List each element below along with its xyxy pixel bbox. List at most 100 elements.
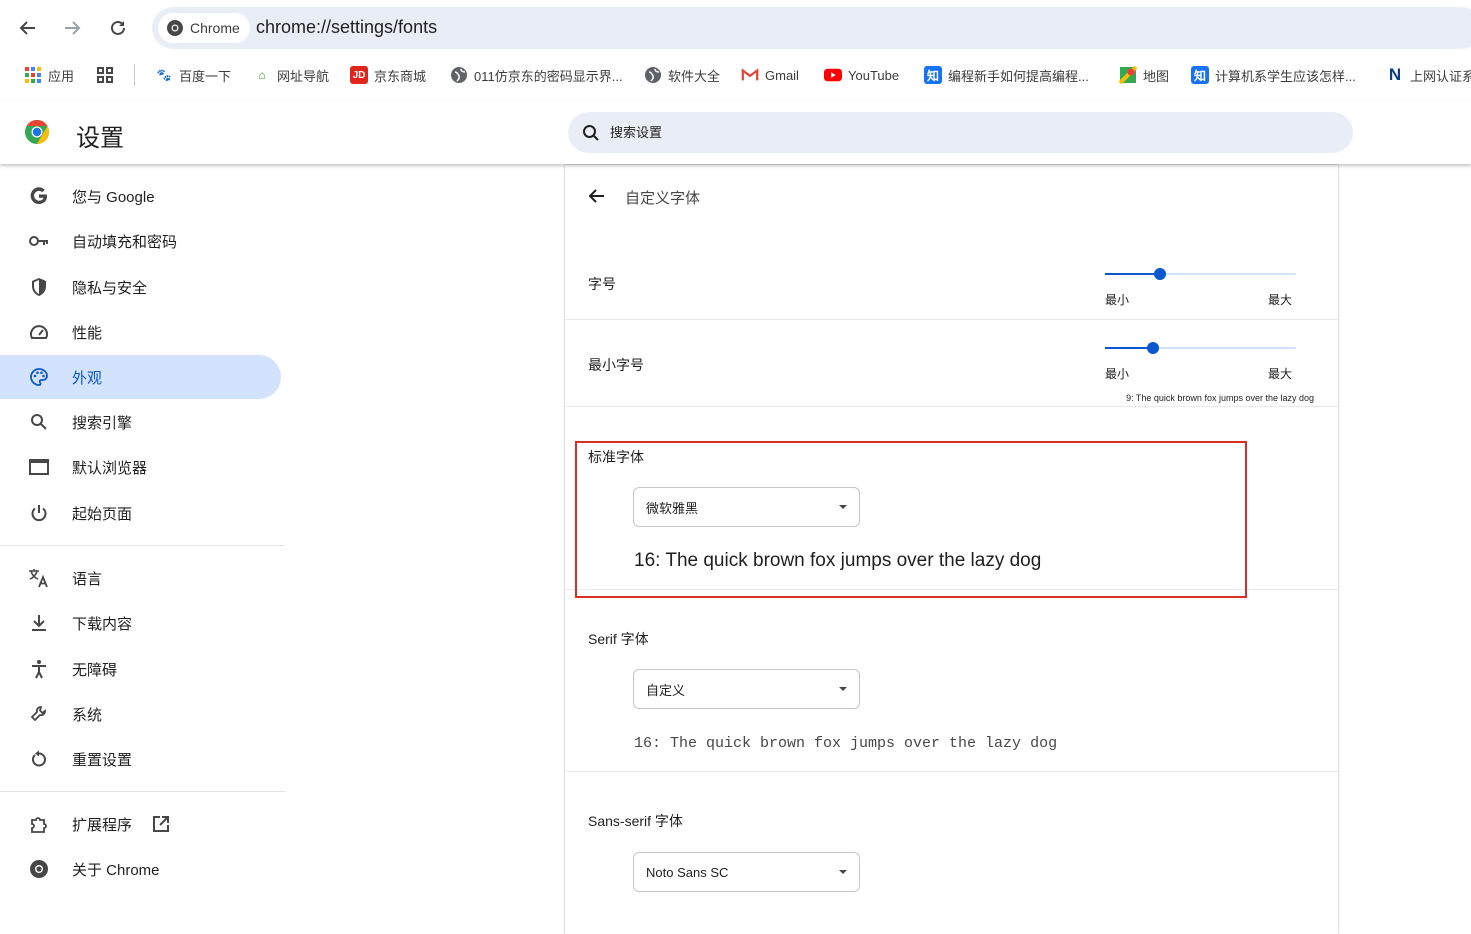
min-font-size-slider[interactable] xyxy=(1105,339,1296,359)
globe-icon xyxy=(450,66,468,84)
translate-icon xyxy=(28,567,50,589)
font-size-max-label: 最大 xyxy=(1268,293,1293,307)
bookmark-maps[interactable]: 地图 xyxy=(1119,64,1169,86)
sidebar-item-performance[interactable]: 性能 xyxy=(0,310,281,354)
sidebar-item-label: 隐私与安全 xyxy=(72,279,148,297)
sidebar-item-downloads[interactable]: 下载内容 xyxy=(0,601,281,645)
maps-icon xyxy=(1119,66,1137,84)
sidebar-item-languages[interactable]: 语言 xyxy=(0,556,281,600)
bookmark-gmail[interactable]: Gmail xyxy=(741,64,799,86)
sidebar-item-label: 关于 Chrome xyxy=(72,861,160,879)
browser-toolbar: Chrome chrome://settings/fonts xyxy=(0,0,1471,56)
sans-serif-font-label: Sans-serif 字体 xyxy=(588,813,683,829)
bookmark-label: 应用 xyxy=(48,68,75,84)
power-icon xyxy=(28,502,50,524)
bookmark-zhihu-2[interactable]: 知 计算机系学生应该怎样... xyxy=(1191,64,1356,86)
sidebar-item-extensions[interactable]: 扩展程序 xyxy=(0,802,281,846)
serif-font-label: Serif 字体 xyxy=(588,631,649,647)
accessibility-icon xyxy=(28,658,50,680)
sidebar-item-reset[interactable]: 重置设置 xyxy=(0,737,281,781)
jd-icon: JD xyxy=(350,66,368,84)
standard-font-label: 标准字体 xyxy=(588,449,644,465)
chrome-icon xyxy=(28,858,50,880)
sidebar-item-appearance[interactable]: 外观 xyxy=(0,355,281,399)
serif-font-sample: 16: The quick brown fox jumps over the l… xyxy=(634,735,1058,752)
row-divider xyxy=(565,771,1338,772)
url-text[interactable]: chrome://settings/fonts xyxy=(256,17,437,38)
speedometer-icon xyxy=(28,321,50,343)
font-size-slider[interactable] xyxy=(1105,265,1296,285)
bookmark-jd-clone[interactable]: 011仿京东的密码显示界... xyxy=(450,64,623,86)
sidebar-item-accessibility[interactable]: 无障碍 xyxy=(0,647,281,691)
bookmark-label: 地图 xyxy=(1143,68,1170,84)
address-bar[interactable]: Chrome chrome://settings/fonts xyxy=(152,7,1471,49)
2345-icon: ⌂ xyxy=(258,68,266,82)
bookmark-baidu[interactable]: 🐾 百度一下 xyxy=(155,64,232,86)
min-font-size-sample: 9: The quick brown fox jumps over the la… xyxy=(1126,393,1314,403)
min-font-size-label: 最小字号 xyxy=(588,357,644,373)
open-external-icon xyxy=(152,815,170,833)
bookmark-jd[interactable]: JD 京东商城 xyxy=(350,64,426,86)
slider-fill xyxy=(1105,347,1153,349)
zhihu-icon: 知 xyxy=(924,66,942,84)
sidebar-item-label: 系统 xyxy=(72,706,103,724)
bookmark-label: YouTube xyxy=(848,67,900,83)
bookmark-software[interactable]: 软件大全 xyxy=(644,64,720,86)
sidebar-item-label: 下载内容 xyxy=(72,615,133,633)
back-button[interactable] xyxy=(12,12,44,44)
sidebar-item-label: 扩展程序 xyxy=(72,816,133,834)
gmail-icon xyxy=(741,66,759,84)
sidebar-item-you-and-google[interactable]: 您与 Google xyxy=(0,174,281,218)
bookmark-apps[interactable]: 应用 xyxy=(24,64,74,86)
forward-button[interactable] xyxy=(56,12,88,44)
bookmark-label: 京东商城 xyxy=(374,68,427,84)
sidebar-item-label: 语言 xyxy=(72,570,103,588)
slider-knob[interactable] xyxy=(1147,342,1159,354)
serif-font-select[interactable]: 自定义 xyxy=(633,669,860,709)
bookmark-label: 011仿京东的密码显示界... xyxy=(474,68,623,84)
bookmarks-bar: 应用 🐾 百度一下 ⌂ 网址导航 JD 京东商城 011仿京东的密码显示界...… xyxy=(0,56,1471,96)
settings-search[interactable] xyxy=(568,112,1353,153)
bookmark-network-auth[interactable]: N 上网认证系 xyxy=(1386,64,1471,86)
font-size-min-label: 最小 xyxy=(1105,293,1130,307)
sidebar-item-search-engine[interactable]: 搜索引擎 xyxy=(0,400,281,444)
standard-font-sample: 16: The quick brown fox jumps over the l… xyxy=(634,550,1042,571)
sans-serif-font-select[interactable]: Noto Sans SC xyxy=(633,852,860,892)
page-title: 设置 xyxy=(76,125,124,152)
sidebar-item-label: 起始页面 xyxy=(72,505,133,523)
sidebar-item-default-browser[interactable]: 默认浏览器 xyxy=(0,445,281,489)
standard-font-select[interactable]: 微软雅黑 xyxy=(633,487,860,527)
bookmark-youtube[interactable]: YouTube xyxy=(824,64,899,86)
site-chip[interactable]: Chrome xyxy=(158,13,250,43)
sidebar-item-startup[interactable]: 起始页面 xyxy=(0,491,281,535)
reset-icon xyxy=(28,748,50,770)
arrow-left-icon xyxy=(588,189,604,203)
back-arrow-button[interactable] xyxy=(583,182,611,210)
bookmark-zhihu-1[interactable]: 知 编程新手如何提高编程... xyxy=(924,64,1089,86)
sidebar-item-label: 重置设置 xyxy=(72,751,133,769)
sans-serif-font-value: Noto Sans SC xyxy=(646,864,729,880)
bookmark-2345[interactable]: ⌂ 网址导航 xyxy=(253,64,329,86)
sidebar-item-about-chrome[interactable]: 关于 Chrome xyxy=(0,847,281,891)
slider-knob[interactable] xyxy=(1154,268,1166,280)
bookmark-label: 编程新手如何提高编程... xyxy=(948,68,1089,84)
bookmark-label: 计算机系学生应该怎样... xyxy=(1215,68,1356,84)
search-input[interactable] xyxy=(610,125,1210,140)
sidebar-item-privacy[interactable]: 隐私与安全 xyxy=(0,265,281,309)
bookmark-tab-groups[interactable] xyxy=(96,64,114,86)
sidebar-divider xyxy=(0,545,285,546)
reload-button[interactable] xyxy=(102,12,134,44)
sidebar-item-label: 外观 xyxy=(72,369,103,387)
sidebar-item-system[interactable]: 系统 xyxy=(0,692,281,736)
subpage-title: 自定义字体 xyxy=(625,190,701,207)
settings-sidebar: 您与 Google 自动填充和密码 隐私与安全 性能 外观 搜索引擎 默认浏览器… xyxy=(0,165,285,934)
bookmark-label: 百度一下 xyxy=(179,68,232,84)
sidebar-item-autofill[interactable]: 自动填充和密码 xyxy=(0,219,281,263)
dropdown-caret-icon xyxy=(839,505,847,509)
reload-icon xyxy=(111,20,125,35)
row-divider xyxy=(565,589,1338,590)
min-font-size-max-label: 最大 xyxy=(1268,367,1293,381)
sidebar-divider xyxy=(0,791,285,792)
sidebar-item-label: 自动填充和密码 xyxy=(72,233,178,251)
chrome-logo-icon xyxy=(25,120,50,144)
